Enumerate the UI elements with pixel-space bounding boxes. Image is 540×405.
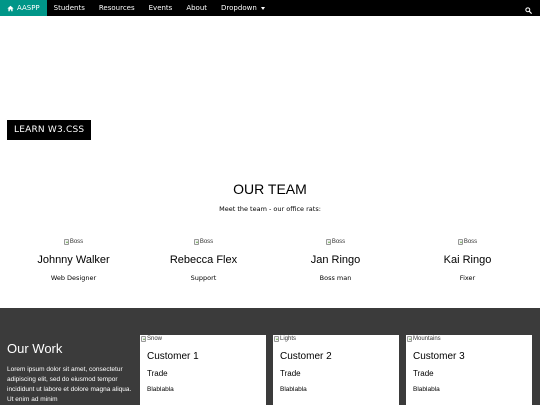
- card-title: Customer 1: [147, 351, 199, 362]
- broken-image-icon: [274, 336, 279, 342]
- card-text: Blablabla: [147, 386, 174, 393]
- member-name: Jan Ringo: [310, 254, 361, 266]
- card-text: Blablabla: [413, 386, 440, 393]
- broken-image-icon: [141, 336, 146, 342]
- home-icon: [7, 5, 14, 12]
- card-image: Lights: [273, 335, 399, 343]
- customer-card[interactable]: Snow Customer 1 Trade Blablabla: [140, 335, 266, 405]
- team-member: Boss Jan Ringo Boss man: [268, 230, 403, 282]
- member-role: Fixer: [459, 274, 476, 282]
- nav-dropdown-button[interactable]: Dropdown: [214, 0, 272, 16]
- member-name: Kai Ringo: [443, 254, 492, 266]
- member-name: Johnny Walker: [37, 254, 110, 266]
- card-trade: Trade: [413, 369, 434, 378]
- customer-card[interactable]: Mountains Customer 3 Trade Blablabla: [406, 335, 532, 405]
- team-member: Boss Johnny Walker Web Designer: [6, 230, 141, 282]
- broken-image-icon: [193, 239, 199, 245]
- member-photo: Boss: [193, 238, 213, 246]
- work-description: Lorem ipsum dolor sit amet, consectetur …: [7, 366, 132, 403]
- card-trade: Trade: [280, 369, 301, 378]
- nav-item-events[interactable]: Events: [142, 0, 180, 16]
- nav-home-link[interactable]: AASPP: [0, 0, 47, 16]
- learn-w3css-button[interactable]: LEARN W3.CSS: [7, 120, 92, 140]
- broken-image-icon: [407, 336, 412, 342]
- member-photo: Boss: [325, 238, 345, 246]
- nav-home-label: AASPP: [17, 4, 40, 12]
- hero-section: LEARN W3.CSS: [0, 16, 540, 166]
- work-title: Our Work: [7, 341, 63, 356]
- member-photo: Boss: [63, 238, 83, 246]
- card-text: Blablabla: [280, 386, 307, 393]
- team-subtitle: Meet the team - our office rats:: [219, 205, 321, 213]
- nav-item-students[interactable]: Students: [47, 0, 92, 16]
- broken-image-icon: [325, 239, 331, 245]
- card-image: Snow: [140, 335, 266, 343]
- team-title: OUR TEAM: [233, 181, 307, 197]
- member-role: Support: [190, 274, 217, 282]
- customer-card[interactable]: Lights Customer 2 Trade Blablabla: [273, 335, 399, 405]
- caret-down-icon: [260, 6, 265, 10]
- card-title: Customer 2: [280, 351, 332, 362]
- team-member: Boss Kai Ringo Fixer: [400, 230, 535, 282]
- broken-image-icon: [63, 239, 69, 245]
- our-work-section: Our Work Lorem ipsum dolor sit amet, con…: [0, 308, 540, 405]
- card-image: Mountains: [406, 335, 532, 343]
- search-icon: [525, 0, 532, 18]
- nav-item-about[interactable]: About: [179, 0, 214, 16]
- team-member: Boss Rebecca Flex Support: [136, 230, 271, 282]
- card-trade: Trade: [147, 369, 168, 378]
- member-name: Rebecca Flex: [169, 254, 238, 266]
- nav-dropdown-label: Dropdown: [221, 4, 257, 12]
- nav-item-resources[interactable]: Resources: [92, 0, 142, 16]
- member-role: Boss man: [319, 274, 352, 282]
- nav-search-button[interactable]: [517, 0, 540, 16]
- broken-image-icon: [457, 239, 463, 245]
- card-title: Customer 3: [413, 351, 465, 362]
- member-role: Web Designer: [50, 274, 97, 282]
- top-navbar: AASPP Students Resources Events About Dr…: [0, 0, 540, 16]
- member-photo: Boss: [457, 238, 477, 246]
